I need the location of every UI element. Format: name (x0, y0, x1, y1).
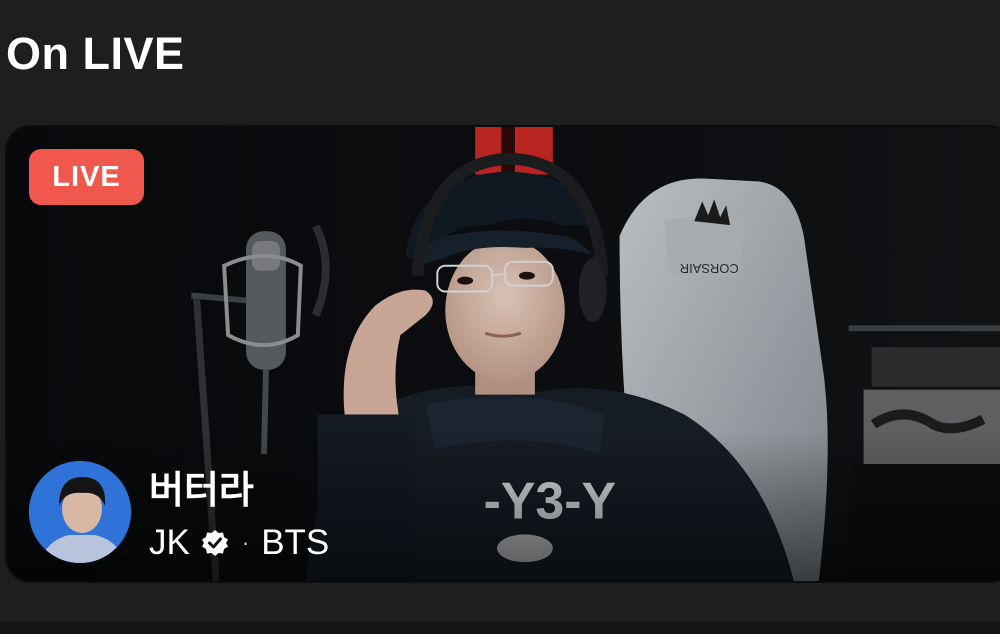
artist-avatar[interactable] (27, 459, 133, 565)
section-divider (0, 622, 1000, 634)
verified-badge-icon (201, 530, 228, 556)
artist-name[interactable]: JK (149, 523, 190, 563)
svg-text:CORSAIR: CORSAIR (680, 261, 739, 276)
separator-dot: · (241, 530, 250, 555)
avatar-image (29, 461, 131, 563)
live-broadcast-card[interactable]: CORSAIR -Y3-Y (5, 125, 1000, 583)
group-name[interactable]: BTS (261, 523, 329, 563)
section-title: On LIVE (6, 28, 185, 79)
live-badge: LIVE (29, 149, 144, 205)
broadcast-title: 버터라 (149, 468, 254, 512)
artist-meta: JK · BTS (149, 523, 329, 563)
